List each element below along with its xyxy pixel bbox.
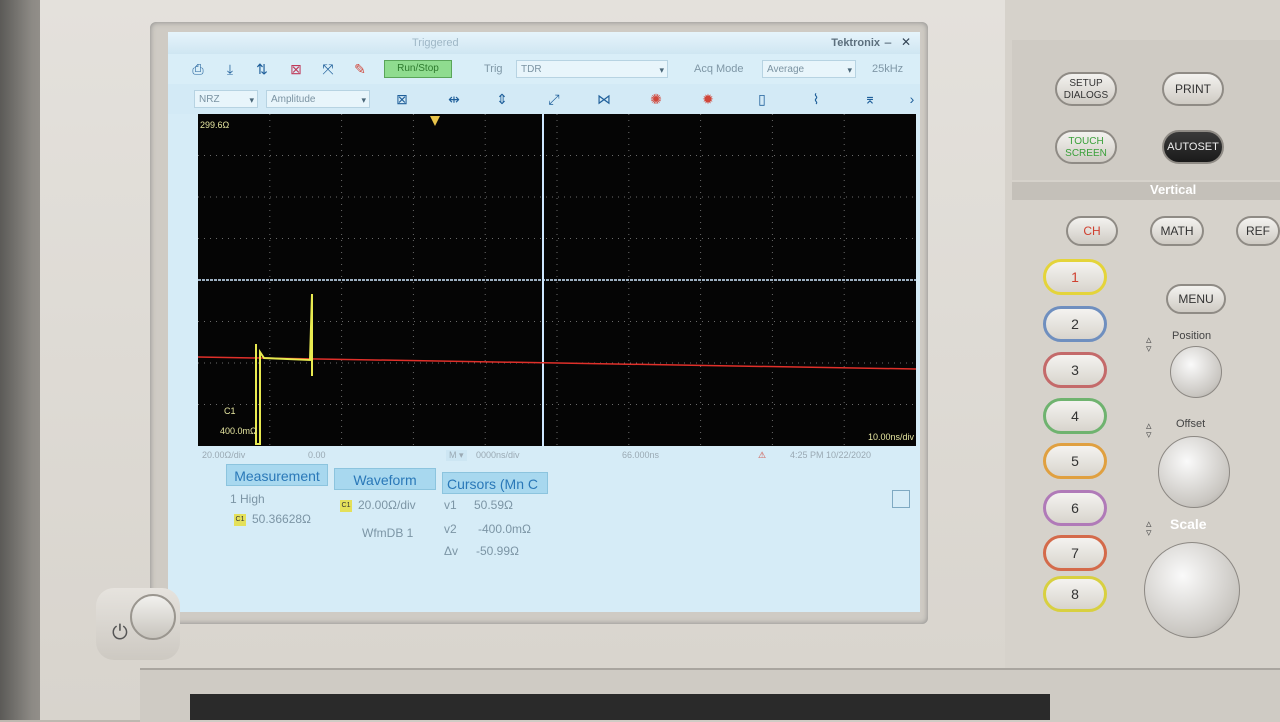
channel-8-button[interactable]: 8 [1043, 576, 1107, 612]
waveform-display[interactable]: 299.6Ω C1 400.0mΩ 10.00ns/div [198, 114, 916, 446]
measure-tool-icon[interactable]: ⤧ [316, 58, 340, 80]
histogram-icon[interactable]: ⇹ [442, 88, 466, 110]
scale-arrows-icon: ▵ ▿ [1146, 518, 1152, 539]
bottom-readout: 400.0mΩ [220, 426, 257, 436]
channel-6-button[interactable]: 6 [1043, 490, 1107, 526]
trigger-status: Triggered [412, 37, 459, 49]
run-stop-button[interactable]: Run/Stop [384, 60, 452, 78]
power-button[interactable] [130, 594, 176, 640]
setup-dialogs-button[interactable]: SETUP DIALOGS [1055, 72, 1117, 106]
position-readout: 66.000ns [622, 450, 660, 460]
vertical-section-label: Vertical [1150, 182, 1197, 197]
ref-button[interactable]: REF [1236, 216, 1280, 246]
tab-waveform[interactable]: Waveform [334, 468, 436, 490]
cursor-dv-value: -50.99Ω [476, 544, 519, 558]
math-button[interactable]: MATH [1150, 216, 1204, 246]
offset-knob[interactable] [1158, 436, 1230, 508]
offset-label: Offset [1176, 418, 1206, 430]
channel-tag: C1 [234, 513, 246, 526]
offset-arrows-icon: ▵ ▿ [1146, 420, 1152, 441]
ch-button[interactable]: CH [1066, 216, 1118, 246]
rise-edge-icon[interactable]: ⌇ [804, 88, 828, 110]
close-button[interactable]: ✕ [898, 34, 914, 50]
warning-icon: ⚠ [758, 450, 767, 460]
vertical-scale-readout: 20.00Ω/div [202, 450, 246, 460]
brand-logo: Tektronix [831, 37, 880, 49]
toolbar-main: ⎙ ⤓ ⇅ ⊠ ⤧ ✎ Run/Stop Trig TDR Acq Mode A… [168, 54, 920, 84]
waveform-scale-row: C1 20.00Ω/div [340, 498, 416, 512]
channel-3-button[interactable]: 3 [1043, 352, 1107, 388]
time-scale: 10.00ns/div [867, 432, 914, 442]
scale-label: Scale [1170, 516, 1207, 532]
tab-measurement[interactable]: Measurement [226, 464, 328, 486]
cursor-v2-label: v2 [444, 522, 457, 536]
position-arrows-icon: ▵ ▿ [1146, 334, 1152, 355]
channel1-trace [255, 293, 313, 445]
fall-edge-icon[interactable]: ⌆ [858, 88, 882, 110]
panel-toggle-icon[interactable] [892, 490, 910, 508]
trigger-marker [430, 116, 440, 126]
waveform-db-value: WfmDB 1 [362, 526, 414, 540]
menu-button[interactable]: MENU [1166, 284, 1226, 314]
mask-edit-icon[interactable]: ✹ [696, 88, 720, 110]
graticule-svg [198, 114, 916, 446]
scale-knob[interactable] [1144, 542, 1240, 638]
channel-tag: C1 [340, 499, 352, 512]
cursor-dv-label: Δv [444, 544, 459, 558]
acq-mode-label: Acq Mode [694, 63, 744, 75]
reference-trace [198, 356, 916, 370]
autoset-icon[interactable]: ✎ [348, 58, 372, 80]
toolbar-secondary: NRZ Amplitude ⊠ ⇹ ⇕ ⤢ ⋈ ✺ ✹ ▯ ⌇ ⌆ › [168, 84, 920, 114]
zoom-icon[interactable]: ⊠ [284, 58, 308, 80]
position-label: Position [1172, 330, 1212, 342]
position-knob[interactable] [1170, 346, 1222, 398]
print-button[interactable]: PRINT [1162, 72, 1224, 106]
horizontal-cursor-icon[interactable]: ⤢ [542, 88, 566, 110]
touch-screen-button[interactable]: TOUCH SCREEN [1055, 130, 1117, 164]
vertical-header-bar [1012, 182, 1280, 200]
acq-mode-select[interactable]: Average [762, 60, 856, 79]
lower-module-display [190, 694, 1050, 720]
vertical-cursor-icon[interactable]: ⇕ [490, 88, 514, 110]
more-tools-icon[interactable]: › [900, 88, 920, 110]
print-icon[interactable]: ⎙ [186, 58, 210, 80]
channel-4-button[interactable]: 4 [1043, 398, 1107, 434]
mask-icon[interactable]: ✺ [644, 88, 668, 110]
format-select[interactable]: NRZ [194, 90, 258, 109]
power-icon: ⏻ [112, 622, 128, 644]
minimize-button[interactable]: – [880, 34, 896, 50]
channel-5-button[interactable]: 5 [1043, 443, 1107, 479]
measurement-row: C1 50.36628Ω [234, 512, 311, 526]
menu-bar: Triggered Tektronix – ✕ [168, 32, 920, 54]
cursor-v2-value: -400.0mΩ [478, 522, 531, 536]
cursor-tool-icon[interactable]: ⇅ [250, 58, 274, 80]
waveform-cursor-icon[interactable]: ⋈ [592, 88, 616, 110]
save-icon[interactable]: ⤓ [218, 58, 242, 80]
waveform-scale-value: 20.00Ω/div [358, 498, 416, 512]
offset-readout: 0.00 [308, 450, 326, 460]
marker-button[interactable]: M ▾ [446, 450, 467, 461]
cursor-v1-value: 50.59Ω [474, 498, 513, 512]
rate-label: 25kHz [872, 63, 904, 75]
marker-icon[interactable]: ▯ [750, 88, 774, 110]
channel-label: C1 [224, 406, 236, 416]
top-readout: 299.6Ω [200, 120, 230, 130]
timestamp: 4:25 PM 10/22/2020 [790, 450, 872, 460]
measurement-row-label: 1 High [230, 492, 265, 506]
cursor-v1-label: v1 [444, 498, 457, 512]
trig-label: Trig [484, 63, 503, 75]
channel-1-button[interactable]: 1 [1043, 259, 1107, 295]
measure-select[interactable]: Amplitude [266, 90, 370, 109]
horizontal-readout: 0000ns/div [476, 450, 520, 460]
trig-select[interactable]: TDR [516, 60, 668, 79]
oscilloscope-screen: Triggered Tektronix – ✕ ⎙ ⤓ ⇅ ⊠ ⤧ ✎ Run/… [168, 32, 920, 612]
measurement-value: 50.36628Ω [252, 512, 312, 526]
top-button-area [1012, 40, 1280, 180]
autoset-button[interactable]: AUTOSET [1162, 130, 1224, 164]
measure-all-icon[interactable]: ⊠ [390, 88, 414, 110]
channel-2-button[interactable]: 2 [1043, 306, 1107, 342]
tab-cursors[interactable]: Cursors (Mn C [442, 472, 548, 494]
channel-7-button[interactable]: 7 [1043, 535, 1107, 571]
